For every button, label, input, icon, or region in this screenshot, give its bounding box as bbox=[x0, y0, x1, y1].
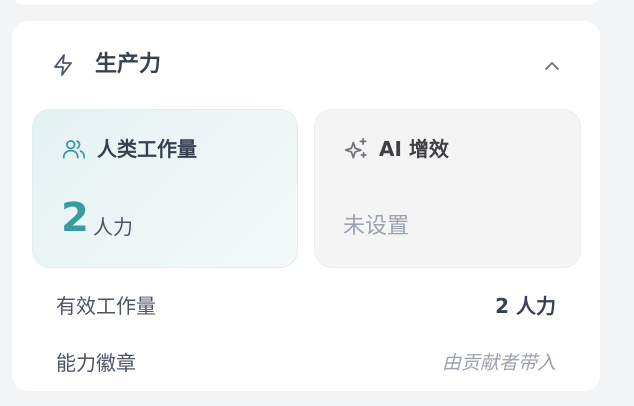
effective-workload-row: 有效工作量 2 人力 bbox=[56, 291, 556, 321]
human-workload-title: 人类工作量 bbox=[97, 137, 197, 161]
section-title: 生产力 bbox=[95, 52, 162, 77]
chevron-up-icon[interactable] bbox=[540, 54, 564, 78]
ability-badge-placeholder: 由贡献者带入 bbox=[441, 352, 556, 374]
ability-badge-row: 能力徽章 由贡献者带入 bbox=[56, 348, 556, 378]
lightning-icon bbox=[54, 54, 72, 76]
ai-boost-status: 未设置 bbox=[343, 214, 410, 239]
sparkles-icon bbox=[344, 137, 367, 159]
ai-boost-card[interactable]: AI 增效 未设置 bbox=[314, 109, 581, 268]
panel-header: 生产力 bbox=[12, 21, 600, 109]
users-icon bbox=[62, 140, 86, 159]
ability-badge-label: 能力徽章 bbox=[56, 351, 136, 375]
human-workload-card[interactable]: 人类工作量 2 人力 bbox=[32, 109, 298, 268]
ai-boost-title: AI 增效 bbox=[379, 137, 449, 161]
human-workload-value: 2 bbox=[61, 195, 89, 241]
effective-workload-label: 有效工作量 bbox=[56, 294, 156, 318]
human-workload-unit: 人力 bbox=[93, 215, 133, 239]
productivity-panel: 生产力 人类工作量 2 人力 AI 增效 未设置 有效工作量 2 人力 能力徽章… bbox=[12, 21, 600, 391]
previous-card bbox=[12, 0, 600, 5]
effective-workload-value: 2 人力 bbox=[495, 294, 556, 318]
